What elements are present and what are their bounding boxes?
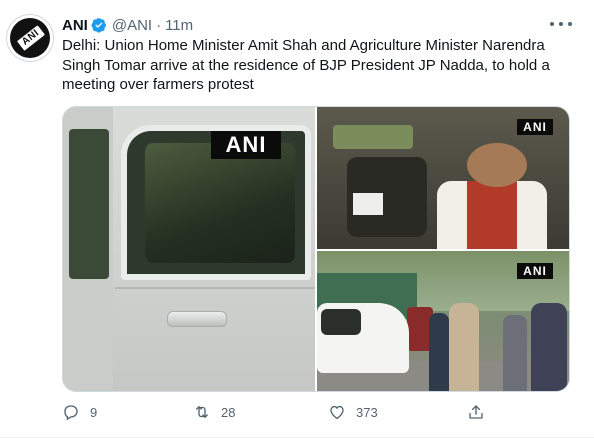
reply-count: 9 <box>90 404 98 420</box>
author-name[interactable]: ANI <box>62 17 88 34</box>
like-button[interactable]: 373 <box>328 400 378 424</box>
divider <box>0 437 594 438</box>
reply-button[interactable]: 9 <box>62 400 97 424</box>
car-pillar <box>63 107 113 391</box>
ani-watermark: ANI <box>517 119 553 135</box>
door-handle <box>167 311 227 327</box>
ani-watermark: ANI <box>211 131 281 159</box>
tweet-header: ANI @ANI · 11m <box>62 15 193 35</box>
tweet-media-grid: ANI ANI ANI <box>62 106 570 392</box>
more-dot <box>550 22 554 26</box>
heart-icon <box>330 405 344 420</box>
more-dot <box>559 22 563 26</box>
tweet-card[interactable]: ANI ANI @ANI · 11m Delhi: Union Home Min… <box>0 0 594 439</box>
tweet-actions: 9 28 373 <box>62 400 492 424</box>
media-photo-car-interior[interactable]: ANI <box>317 107 569 249</box>
avatar[interactable]: ANI <box>6 14 54 62</box>
ani-watermark: ANI <box>517 263 553 279</box>
share-button[interactable] <box>467 400 485 424</box>
like-count: 373 <box>356 404 378 420</box>
avatar-logo-text: ANI <box>17 25 45 51</box>
author-handle[interactable]: @ANI <box>112 17 152 34</box>
retweet-icon <box>196 406 208 418</box>
verified-badge-icon <box>91 18 106 33</box>
more-options-icon[interactable] <box>550 16 572 32</box>
tweet-text: Delhi: Union Home Minister Amit Shah and… <box>62 37 550 93</box>
share-icon <box>469 405 483 419</box>
separator-dot: · <box>156 16 162 34</box>
more-dot <box>568 22 572 26</box>
reply-icon <box>64 405 78 421</box>
avatar-logo: ANI <box>10 18 50 58</box>
media-photo-car-door[interactable]: ANI <box>63 107 315 391</box>
retweet-count: 28 <box>221 404 236 420</box>
door-line <box>115 287 315 289</box>
media-photo-street-arrival[interactable]: ANI <box>317 251 569 391</box>
retweet-button[interactable]: 28 <box>193 400 235 424</box>
tweet-timestamp[interactable]: 11m <box>165 17 193 34</box>
